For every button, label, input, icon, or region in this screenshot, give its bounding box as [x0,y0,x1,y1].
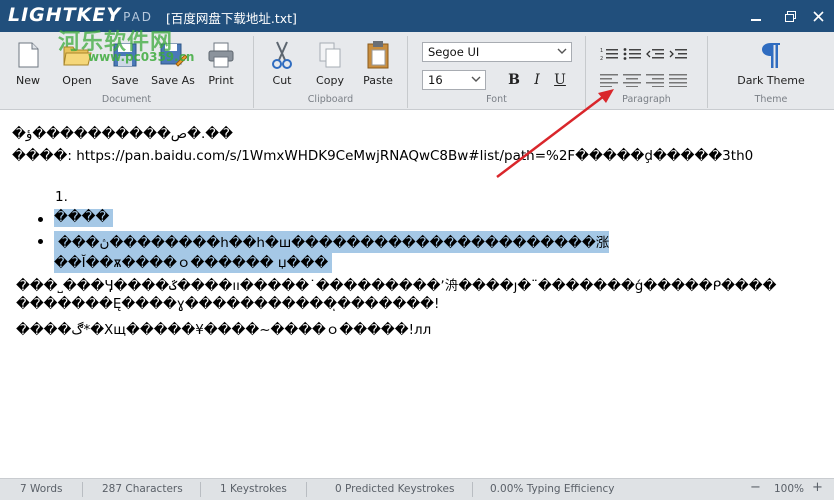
paragraph-group-label: Paragraph [622,94,671,105]
paste-button[interactable]: Paste [356,40,400,90]
editor-line-1: �ص����������ؤ�.�� [12,126,233,142]
chevron-down-icon [471,76,481,82]
bold-button[interactable]: B [504,70,524,90]
svg-text:1: 1 [600,48,603,54]
numbered-list-icon: 12 [600,48,618,62]
list-number: 1. [55,189,68,205]
copy-button[interactable]: Copy [308,40,352,90]
bullet-dot [38,239,43,244]
status-divider [472,482,473,497]
font-family-value: Segoe UI [428,45,480,59]
new-file-icon [12,40,44,70]
cut-button[interactable]: Cut [260,40,304,90]
align-center-button[interactable] [623,72,643,88]
zoom-out-button[interactable]: − [750,480,761,495]
zoom-level: 100% [774,483,805,495]
copy-icon [314,40,346,70]
text-editor[interactable]: �ص����������ؤ�.�� ����: https://pan.baid… [0,110,834,478]
editor-line-2: ����: https://pan.baidu.com/s/1WmxWHDK9C… [12,148,754,164]
font-group: Segoe UI 16 B I U Font [408,36,586,108]
status-bar: 7 Words 287 Characters 1 Keystrokes 0 Pr… [0,478,834,500]
editor-line-5: ����ڰ*�Xщ�����¥����~����ｏ�����!лл [16,322,432,338]
restore-icon [784,10,796,22]
underline-button[interactable]: U [550,70,570,90]
app-logo-main: LIGHTKEY [8,4,122,26]
save-label: Save [111,74,139,87]
increase-indent-button[interactable] [669,46,689,62]
align-justify-icon [669,74,687,87]
paste-clipboard-icon [362,40,394,70]
dark-theme-button[interactable]: Dark Theme [736,40,806,90]
bullet-list-icon [623,48,641,60]
app-logo: LIGHTKEY PAD [8,4,153,26]
editor-line-3: ���˽���Ӌ����ػ����ıı�����˙���������ʼ洀����… [16,278,777,294]
font-family-select[interactable]: Segoe UI [422,42,572,62]
open-label: Open [62,74,92,87]
svg-text:2: 2 [600,56,603,61]
status-divider [82,482,83,497]
align-left-icon [600,74,618,87]
save-as-label: Save As [151,74,195,87]
app-logo-sub: PAD [123,10,154,24]
keystroke-count: 1 Keystrokes [220,483,287,495]
bullet-dot [38,217,43,222]
chevron-down-icon [557,48,567,54]
align-left-button[interactable] [600,72,620,88]
paragraph-group: 12 Paragraph [586,36,708,108]
scissors-icon [266,40,298,70]
paste-label: Paste [363,74,393,87]
new-label: New [16,74,40,87]
dark-theme-label: Dark Theme [737,74,805,87]
bullet-item-2-continued: ��Ĭ��ѫ����ｏ������ џ��� [54,251,333,273]
new-button[interactable]: New [6,40,50,90]
pilcrow-icon [755,40,787,70]
close-button[interactable] [800,0,834,32]
align-center-icon [623,74,641,87]
print-button[interactable]: Print [199,40,243,90]
character-count: 287 Characters [102,483,183,495]
italic-button[interactable]: I [527,70,547,90]
font-group-label: Font [486,94,507,105]
numbered-list-button[interactable]: 12 [600,46,620,62]
bullet-list-button[interactable] [623,46,643,62]
font-size-value: 16 [428,73,443,87]
clipboard-group: Cut Copy Paste Clipboard [254,36,408,108]
status-divider [306,482,307,497]
clipboard-group-label: Clipboard [307,94,354,105]
document-title: [百度网盘下载地址.txt] [166,11,297,26]
site-watermark-url: www.pc0359.cn [88,50,195,64]
align-right-button[interactable] [646,72,666,88]
close-icon [812,10,824,22]
minimize-button[interactable] [738,0,774,32]
print-label: Print [208,74,234,87]
predicted-keystrokes: 0 Predicted Keystrokes [335,483,455,495]
printer-icon [205,40,237,70]
document-group-label: Document [101,94,152,105]
editor-line-4: �������Ę����ɣ�����������ͅ�������! [16,296,440,312]
copy-label: Copy [316,74,344,87]
decrease-indent-icon [646,49,664,59]
font-size-select[interactable]: 16 [422,70,486,90]
zoom-in-button[interactable]: + [812,480,823,495]
align-justify-button[interactable] [669,72,689,88]
status-divider [200,482,201,497]
minimize-icon [751,19,761,21]
align-right-icon [646,74,664,87]
decrease-indent-button[interactable] [646,46,666,62]
bullet-item-2: ���ڽ��������h��h�ш����������������������… [54,231,610,253]
bullet-item-1: ���� [54,209,114,227]
word-count: 7 Words [20,483,63,495]
theme-group: Dark Theme Theme [708,36,834,108]
theme-group-label: Theme [754,94,788,105]
lightkey-pad-window: LIGHTKEY PAD [百度网盘下载地址.txt] New Open Sav… [0,0,834,500]
cut-label: Cut [272,74,292,87]
increase-indent-icon [669,49,687,59]
typing-efficiency: 0.00% Typing Efficiency [490,483,615,495]
